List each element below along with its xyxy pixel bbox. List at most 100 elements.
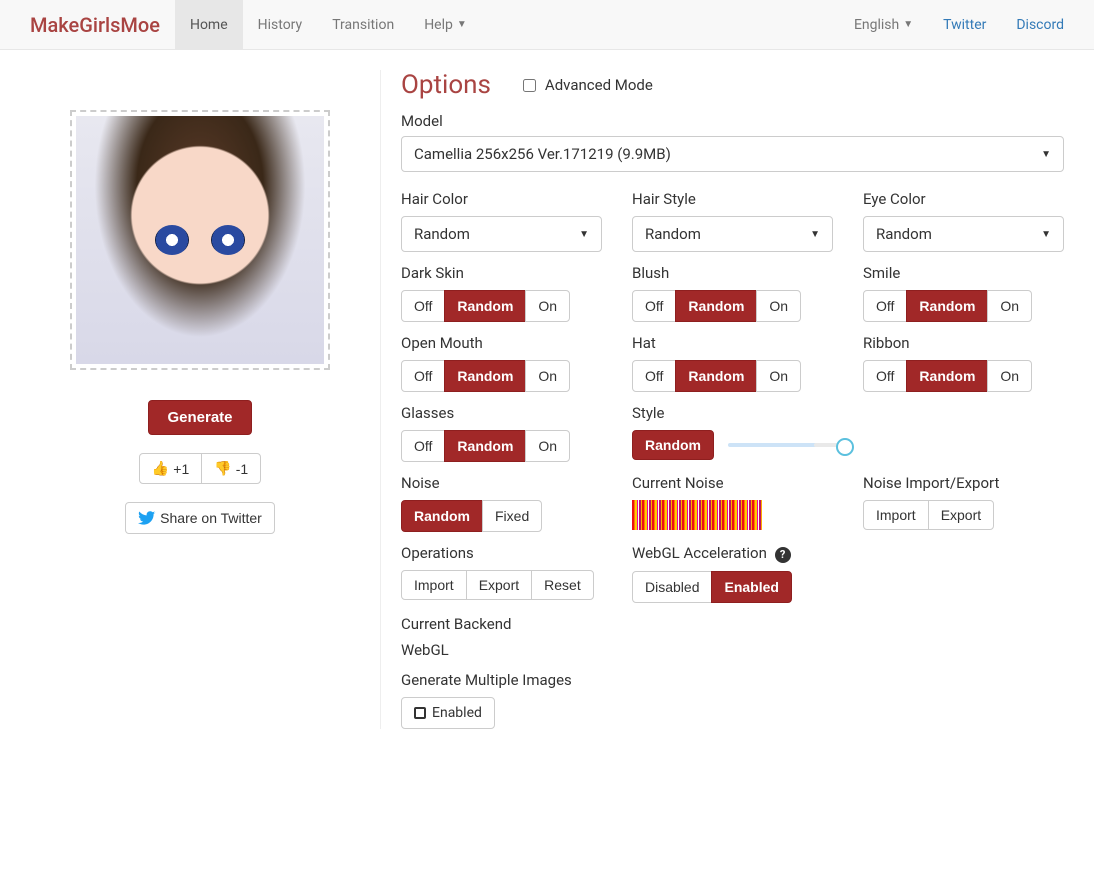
webgl-toggle: Disabled Enabled (632, 571, 792, 603)
webgl-enabled[interactable]: Enabled (711, 571, 791, 603)
advanced-mode-toggle[interactable]: Advanced Mode (519, 76, 653, 95)
vertical-divider (380, 70, 381, 729)
hat-off[interactable]: Off (632, 360, 676, 392)
share-twitter-label: Share on Twitter (160, 510, 262, 526)
hair-style-label: Hair Style (632, 190, 833, 208)
noise-toggle: Random Fixed (401, 500, 542, 532)
style-random-button[interactable]: Random (632, 430, 714, 460)
hat-toggle: Off Random On (632, 360, 801, 392)
nav-twitter[interactable]: Twitter (928, 0, 1001, 50)
nav-history[interactable]: History (243, 0, 318, 50)
operations-label: Operations (401, 544, 602, 562)
webgl-disabled[interactable]: Disabled (632, 571, 712, 603)
ribbon-on[interactable]: On (987, 360, 1032, 392)
smile-toggle: Off Random On (863, 290, 1032, 322)
operations-buttons: Import Export Reset (401, 570, 594, 600)
multi-enabled-button[interactable]: Enabled (401, 697, 495, 729)
style-label: Style (632, 404, 1064, 422)
nav-home[interactable]: Home (175, 0, 243, 50)
advanced-mode-checkbox[interactable] (523, 79, 536, 92)
hat-label: Hat (632, 334, 833, 352)
blush-off[interactable]: Off (632, 290, 676, 322)
ribbon-toggle: Off Random On (863, 360, 1032, 392)
ops-import-button[interactable]: Import (401, 570, 467, 600)
blush-random[interactable]: Random (675, 290, 757, 322)
glasses-toggle: Off Random On (401, 430, 570, 462)
ribbon-random[interactable]: Random (906, 360, 988, 392)
model-select[interactable]: Camellia 256x256 Ver.171219 (9.9MB) ▼ (401, 136, 1064, 172)
ribbon-label: Ribbon (863, 334, 1064, 352)
thumbs-down-label: -1 (236, 461, 248, 477)
chevron-down-icon: ▼ (810, 229, 820, 240)
noise-import-button[interactable]: Import (863, 500, 929, 530)
glasses-random[interactable]: Random (444, 430, 526, 462)
open-mouth-on[interactable]: On (525, 360, 570, 392)
model-value: Camellia 256x256 Ver.171219 (9.9MB) (414, 145, 671, 163)
ops-reset-button[interactable]: Reset (531, 570, 594, 600)
hair-color-select[interactable]: Random ▼ (401, 216, 602, 252)
chevron-down-icon: ▼ (1041, 229, 1051, 240)
thumbs-down-icon: 👎 (214, 460, 231, 477)
generated-image-box (70, 110, 330, 370)
model-label: Model (401, 112, 1064, 130)
open-mouth-toggle: Off Random On (401, 360, 570, 392)
nav-links: Home History Transition Help ▼ (175, 0, 482, 50)
dark-skin-label: Dark Skin (401, 264, 602, 282)
nav-help[interactable]: Help ▼ (409, 0, 482, 50)
noise-io-buttons: Import Export (863, 500, 994, 530)
dark-skin-toggle: Off Random On (401, 290, 570, 322)
hair-style-select[interactable]: Random ▼ (632, 216, 833, 252)
nav-transition[interactable]: Transition (317, 0, 409, 50)
rate-buttons: 👍 +1 👎 -1 (139, 453, 261, 484)
brand[interactable]: MakeGirlsMoe (15, 13, 175, 37)
blush-label: Blush (632, 264, 833, 282)
advanced-mode-label: Advanced Mode (545, 76, 653, 94)
smile-on[interactable]: On (987, 290, 1032, 322)
smile-off[interactable]: Off (863, 290, 907, 322)
webgl-label: WebGL Acceleration ? (632, 544, 1064, 563)
hat-random[interactable]: Random (675, 360, 757, 392)
nav-discord[interactable]: Discord (1001, 0, 1079, 50)
glasses-off[interactable]: Off (401, 430, 445, 462)
noise-visualization (632, 500, 762, 530)
blush-on[interactable]: On (756, 290, 801, 322)
generate-button[interactable]: Generate (148, 400, 251, 435)
share-twitter-button[interactable]: Share on Twitter (125, 502, 275, 534)
hair-style-value: Random (645, 225, 701, 243)
noise-export-button[interactable]: Export (928, 500, 994, 530)
current-noise-label: Current Noise (632, 474, 833, 492)
dark-skin-on[interactable]: On (525, 290, 570, 322)
nav-right: English ▼ Twitter Discord (839, 0, 1079, 50)
main: Generate 👍 +1 👎 -1 Share on Twitter Opti… (0, 50, 1094, 749)
nav-language-label: English (854, 17, 899, 33)
ops-export-button[interactable]: Export (466, 570, 532, 600)
noise-io-label: Noise Import/Export (863, 474, 1064, 492)
thumbs-down-button[interactable]: 👎 -1 (201, 453, 261, 484)
open-mouth-random[interactable]: Random (444, 360, 526, 392)
dark-skin-random[interactable]: Random (444, 290, 526, 322)
nav-help-label: Help (424, 17, 453, 33)
smile-random[interactable]: Random (906, 290, 988, 322)
thumbs-up-icon: 👍 (152, 460, 169, 477)
chevron-down-icon: ▼ (1041, 149, 1051, 160)
blush-toggle: Off Random On (632, 290, 801, 322)
open-mouth-label: Open Mouth (401, 334, 602, 352)
open-mouth-off[interactable]: Off (401, 360, 445, 392)
dark-skin-off[interactable]: Off (401, 290, 445, 322)
thumbs-up-label: +1 (173, 461, 189, 477)
smile-label: Smile (863, 264, 1064, 282)
thumbs-up-button[interactable]: 👍 +1 (139, 453, 202, 484)
help-icon[interactable]: ? (775, 547, 791, 563)
nav-language[interactable]: English ▼ (839, 0, 928, 50)
style-slider[interactable] (728, 443, 848, 447)
eye-color-select[interactable]: Random ▼ (863, 216, 1064, 252)
chevron-down-icon: ▼ (457, 19, 467, 30)
square-icon (414, 707, 426, 719)
noise-random[interactable]: Random (401, 500, 483, 532)
hat-on[interactable]: On (756, 360, 801, 392)
chevron-down-icon: ▼ (903, 19, 913, 30)
ribbon-off[interactable]: Off (863, 360, 907, 392)
glasses-on[interactable]: On (525, 430, 570, 462)
noise-fixed[interactable]: Fixed (482, 500, 542, 532)
backend-label: Current Backend (401, 615, 1064, 633)
